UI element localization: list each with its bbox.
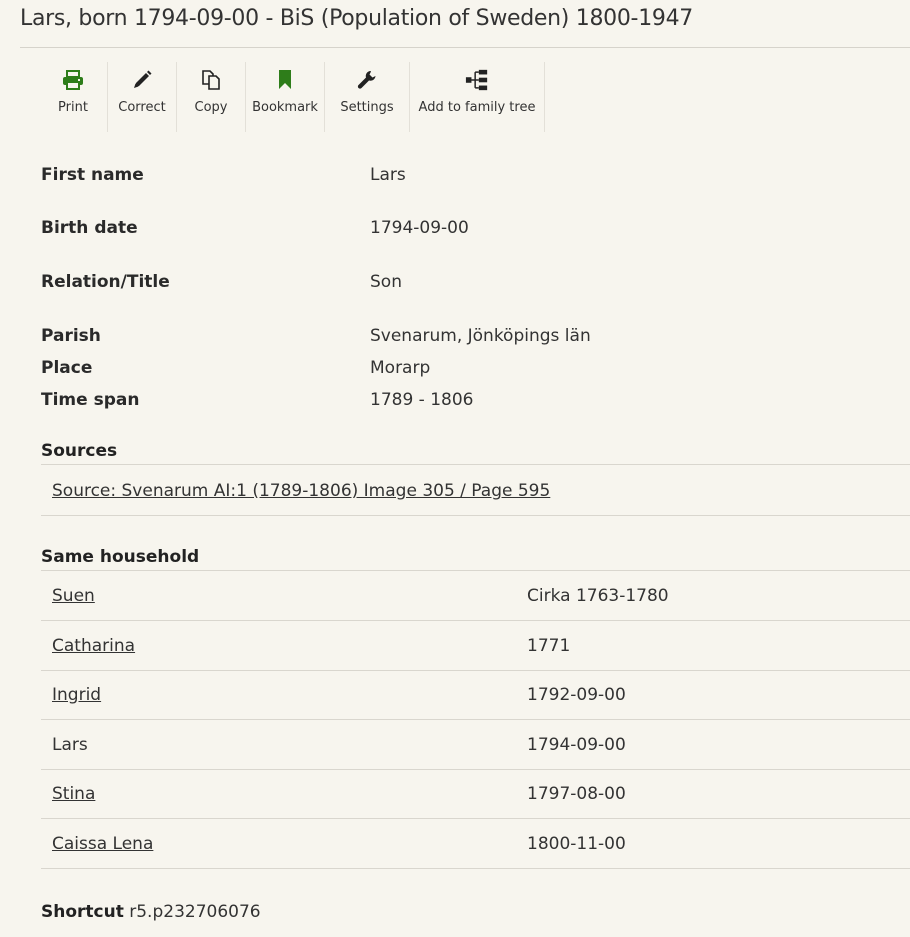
household-member-name[interactable]: Suen (52, 586, 95, 606)
page: Lars, born 1794-09-00 - BiS (Population … (0, 0, 910, 937)
household-member-date: 1800-11-00 (527, 834, 626, 854)
bookmark-button[interactable]: Bookmark (246, 62, 325, 132)
place-label: Place (41, 358, 93, 378)
add-to-family-tree-label: Add to family tree (418, 100, 536, 115)
bookmark-label: Bookmark (252, 100, 318, 115)
shortcut: Shortcut r5.p232706076 (41, 902, 261, 922)
household-member-date: 1797-08-00 (527, 784, 626, 804)
place-value: Morarp (370, 358, 431, 378)
household-member-name: Lars (52, 735, 88, 755)
source-link[interactable]: Source: Svenarum AI:1 (1789-1806) Image … (52, 481, 550, 501)
title-divider (20, 47, 910, 48)
sources-bottom-divider (41, 515, 910, 516)
birth-date-value: 1794-09-00 (370, 218, 469, 238)
household-member-name[interactable]: Ingrid (52, 685, 101, 705)
add-to-family-tree-button[interactable]: Add to family tree (410, 62, 545, 132)
household-member-date: Cirka 1763-1780 (527, 586, 669, 606)
household-member-date: 1771 (527, 636, 571, 656)
first-name-label: First name (41, 165, 144, 185)
toolbar: Print Correct Copy Bookmark Settings Add… (40, 62, 545, 132)
print-button[interactable]: Print (40, 62, 108, 132)
parish-label: Parish (41, 326, 101, 346)
shortcut-label: Shortcut (41, 902, 124, 922)
relation-value: Son (370, 272, 402, 292)
time-span-label: Time span (41, 390, 140, 410)
print-label: Print (58, 100, 88, 115)
family-tree-icon (465, 68, 489, 92)
household-row-divider (41, 868, 910, 869)
correct-label: Correct (118, 100, 166, 115)
correct-button[interactable]: Correct (108, 62, 177, 132)
household-member-name[interactable]: Catharina (52, 636, 135, 656)
household-row-divider (41, 620, 910, 621)
copy-button[interactable]: Copy (177, 62, 246, 132)
settings-label: Settings (340, 100, 394, 115)
household-heading-underline (41, 570, 515, 571)
household-member-name[interactable]: Stina (52, 784, 95, 804)
sources-heading: Sources (41, 441, 118, 461)
household-row-divider (41, 719, 910, 720)
household-heading: Same household (41, 547, 200, 567)
household-row-divider (41, 818, 910, 819)
parish-value: Svenarum, Jönköpings län (370, 326, 591, 346)
household-row-divider (41, 769, 910, 770)
bookmark-icon (273, 68, 297, 92)
household-member-date: 1792-09-00 (527, 685, 626, 705)
household-member-date: 1794-09-00 (527, 735, 626, 755)
sources-top-divider (41, 464, 910, 465)
first-name-value: Lars (370, 165, 406, 185)
time-span-value: 1789 - 1806 (370, 390, 474, 410)
printer-icon (61, 68, 85, 92)
copy-label: Copy (194, 100, 228, 115)
household-row-divider (41, 670, 910, 671)
birth-date-label: Birth date (41, 218, 138, 238)
relation-label: Relation/Title (41, 272, 170, 292)
pencil-icon (130, 68, 154, 92)
wrench-icon (355, 68, 379, 92)
page-title: Lars, born 1794-09-00 - BiS (Population … (20, 6, 693, 31)
settings-button[interactable]: Settings (325, 62, 410, 132)
household-member-name[interactable]: Caissa Lena (52, 834, 153, 854)
household-header-divider (515, 570, 910, 571)
copy-icon (199, 68, 223, 92)
shortcut-value: r5.p232706076 (129, 902, 261, 922)
